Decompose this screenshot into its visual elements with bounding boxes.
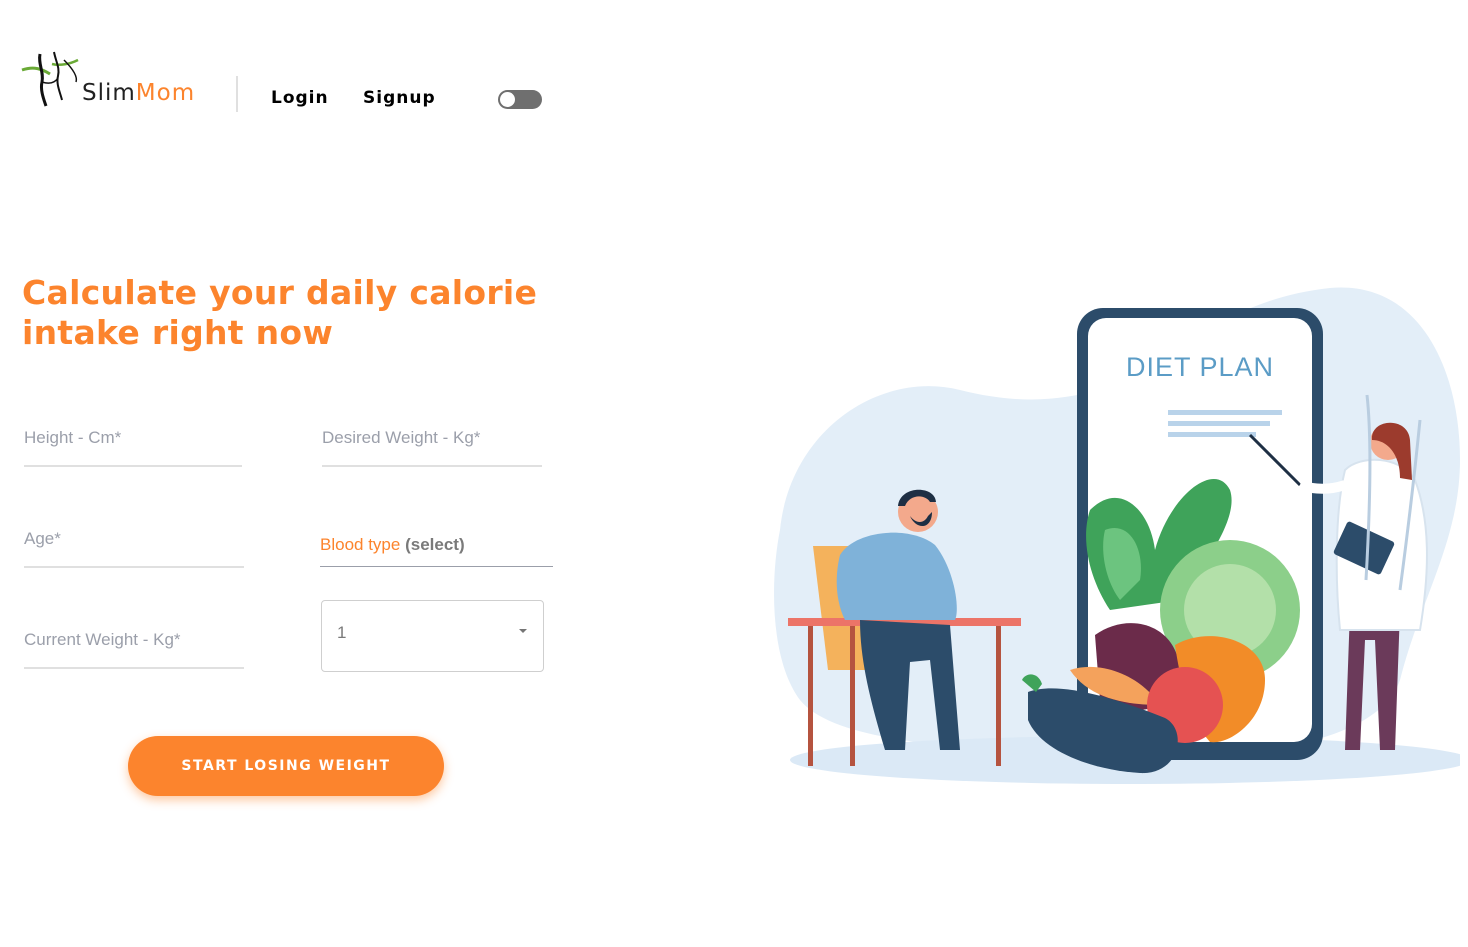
blood-type-hint: (select) xyxy=(405,535,465,554)
plan-line-3 xyxy=(1168,432,1256,437)
height-field-wrapper xyxy=(24,428,242,467)
current-weight-field-wrapper xyxy=(24,630,244,669)
current-weight-input[interactable] xyxy=(24,630,244,650)
logo-text-slim: Slim xyxy=(82,80,136,106)
age-input[interactable] xyxy=(24,529,244,549)
logo-figure-icon xyxy=(21,51,79,107)
diet-plan-title: DIET PLAN xyxy=(1126,352,1274,382)
toggle-knob xyxy=(500,92,515,107)
blood-type-label: Blood type xyxy=(320,535,401,554)
login-link[interactable]: Login xyxy=(271,88,329,108)
theme-toggle[interactable] xyxy=(498,90,542,109)
height-input[interactable] xyxy=(24,428,242,448)
diet-plan-illustration: DIET PLAN xyxy=(774,287,1460,784)
desired-weight-input[interactable] xyxy=(322,428,542,448)
desired-weight-field-wrapper xyxy=(322,428,542,467)
header-divider xyxy=(236,76,238,112)
plan-line-1 xyxy=(1168,410,1282,415)
site-header: SlimMom Login Signup xyxy=(0,0,1468,150)
plan-line-2 xyxy=(1168,421,1270,426)
caret-down-icon xyxy=(519,629,527,633)
age-field-wrapper xyxy=(24,529,244,568)
logo[interactable]: SlimMom xyxy=(20,50,210,112)
desk-leg-left xyxy=(808,626,813,766)
start-losing-weight-button[interactable]: START LOSING WEIGHT xyxy=(128,736,444,796)
doctor-arm xyxy=(1298,480,1347,494)
signup-link[interactable]: Signup xyxy=(363,88,436,108)
logo-text-mom: Mom xyxy=(135,80,196,106)
page-title: Calculate your daily calorie intake righ… xyxy=(22,273,538,352)
desk-leg-mid xyxy=(850,626,855,766)
logo-wordmark: SlimMom xyxy=(82,80,195,106)
blood-type-select[interactable]: 1 xyxy=(321,600,544,672)
blood-type-value: 1 xyxy=(337,623,347,642)
desk-leg-right xyxy=(996,626,1001,766)
blood-type-label-row: Blood type (select) xyxy=(320,535,553,567)
